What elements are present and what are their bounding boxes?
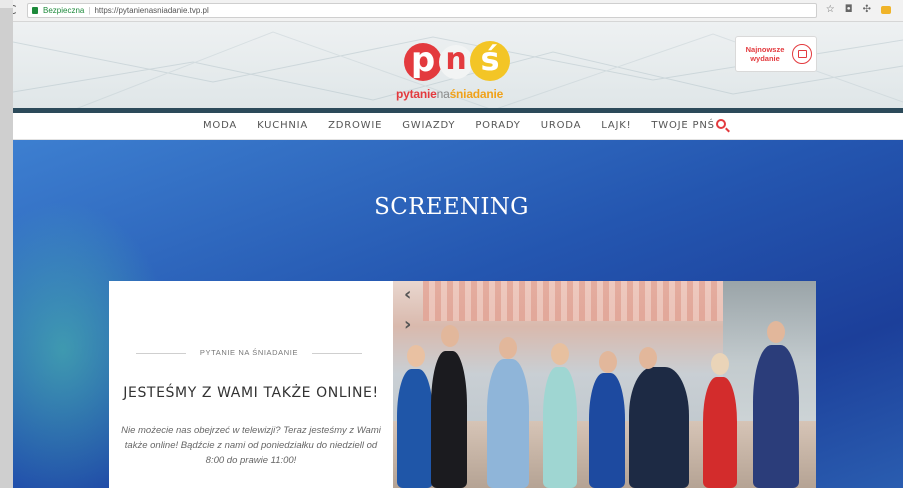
url-text[interactable]: https://pytanienasniadanie.tvp.pl	[94, 6, 208, 15]
studio-backdrop	[423, 281, 723, 321]
host-figure	[543, 367, 577, 488]
browser-actions: ☆ ◘ ✣	[826, 4, 891, 15]
address-bar[interactable]: Bezpieczna | https://pytanienasniadanie.…	[27, 3, 817, 18]
nav-item-porady[interactable]: PORADY	[475, 120, 520, 131]
logo-letter-n: n	[439, 45, 473, 79]
promo-card: PYTANIE NA ŚNIADANIE JESTEŚMY Z WAMI TAK…	[109, 281, 393, 488]
host-head	[551, 343, 569, 365]
nav-item-uroda[interactable]: URODA	[541, 120, 582, 131]
host-head	[441, 325, 459, 347]
nav-item-lajk[interactable]: LAJK!	[601, 120, 631, 131]
chevron-right-icon[interactable]: ›	[404, 316, 418, 334]
host-figure	[589, 373, 625, 488]
logo-word-sniadanie: śniadanie	[449, 87, 504, 101]
host-figure	[703, 377, 737, 488]
host-figure	[629, 367, 689, 488]
host-head	[499, 337, 517, 359]
search-icon[interactable]	[716, 119, 726, 129]
chevron-left-icon[interactable]: ‹	[404, 286, 418, 304]
host-figure	[753, 345, 799, 488]
nav-item-twoje-pns[interactable]: TWOJE PNŚ	[651, 120, 714, 131]
logo-word-pytanie: pytanie	[396, 87, 437, 101]
host-head	[599, 351, 617, 373]
nav-item-zdrowie[interactable]: ZDROWIE	[328, 120, 382, 131]
calendar-icon	[792, 44, 812, 64]
nav-item-kuchnia[interactable]: KUCHNIA	[257, 120, 308, 131]
camera-icon[interactable]: ◘	[845, 4, 853, 15]
card-description: Nie możecie nas obejrzeć w telewizji? Te…	[121, 425, 381, 466]
hero-title: SCREENING	[374, 194, 529, 220]
logo-letter-p: p	[404, 43, 442, 81]
address-separator: |	[88, 6, 91, 15]
main-nav: MODA KUCHNIA ZDROWIE GWIAZDY PORADY UROD…	[13, 113, 903, 140]
lock-icon	[32, 7, 38, 14]
host-figure	[487, 359, 529, 488]
nav-items: MODA KUCHNIA ZDROWIE GWIAZDY PORADY UROD…	[203, 120, 735, 131]
mail-extension-icon[interactable]	[881, 6, 891, 14]
host-figure	[397, 369, 433, 488]
star-icon[interactable]: ☆	[826, 4, 835, 15]
newest-episode-label: Najnowsze wydanie	[745, 45, 785, 63]
extension-icon[interactable]: ✣	[863, 4, 871, 15]
secure-label: Bezpieczna	[43, 6, 85, 15]
logo-letter-s: ś	[470, 41, 510, 81]
browser-toolbar: C Bezpieczna | https://pytanienasniadani…	[0, 0, 903, 22]
nav-item-moda[interactable]: MODA	[203, 120, 237, 131]
hosts-photo[interactable]	[393, 281, 816, 488]
window-frame-strip	[0, 8, 13, 488]
site-logo[interactable]: p n ś pytanienaśniadanie	[390, 33, 520, 103]
host-head	[407, 345, 425, 367]
nav-item-gwiazdy[interactable]: GWIAZDY	[402, 120, 455, 131]
card-title[interactable]: JESTEŚMY Z WAMI TAKŻE ONLINE!	[109, 385, 393, 401]
host-head	[767, 321, 785, 343]
host-figure	[431, 351, 467, 488]
kicker-rule-right	[312, 353, 362, 354]
newest-episode-button[interactable]: Najnowsze wydanie	[735, 36, 817, 72]
host-head	[711, 353, 729, 375]
logo-word-na: na	[436, 87, 450, 101]
logo-wordmark: pytanienaśniadanie	[396, 87, 503, 101]
host-head	[639, 347, 657, 369]
